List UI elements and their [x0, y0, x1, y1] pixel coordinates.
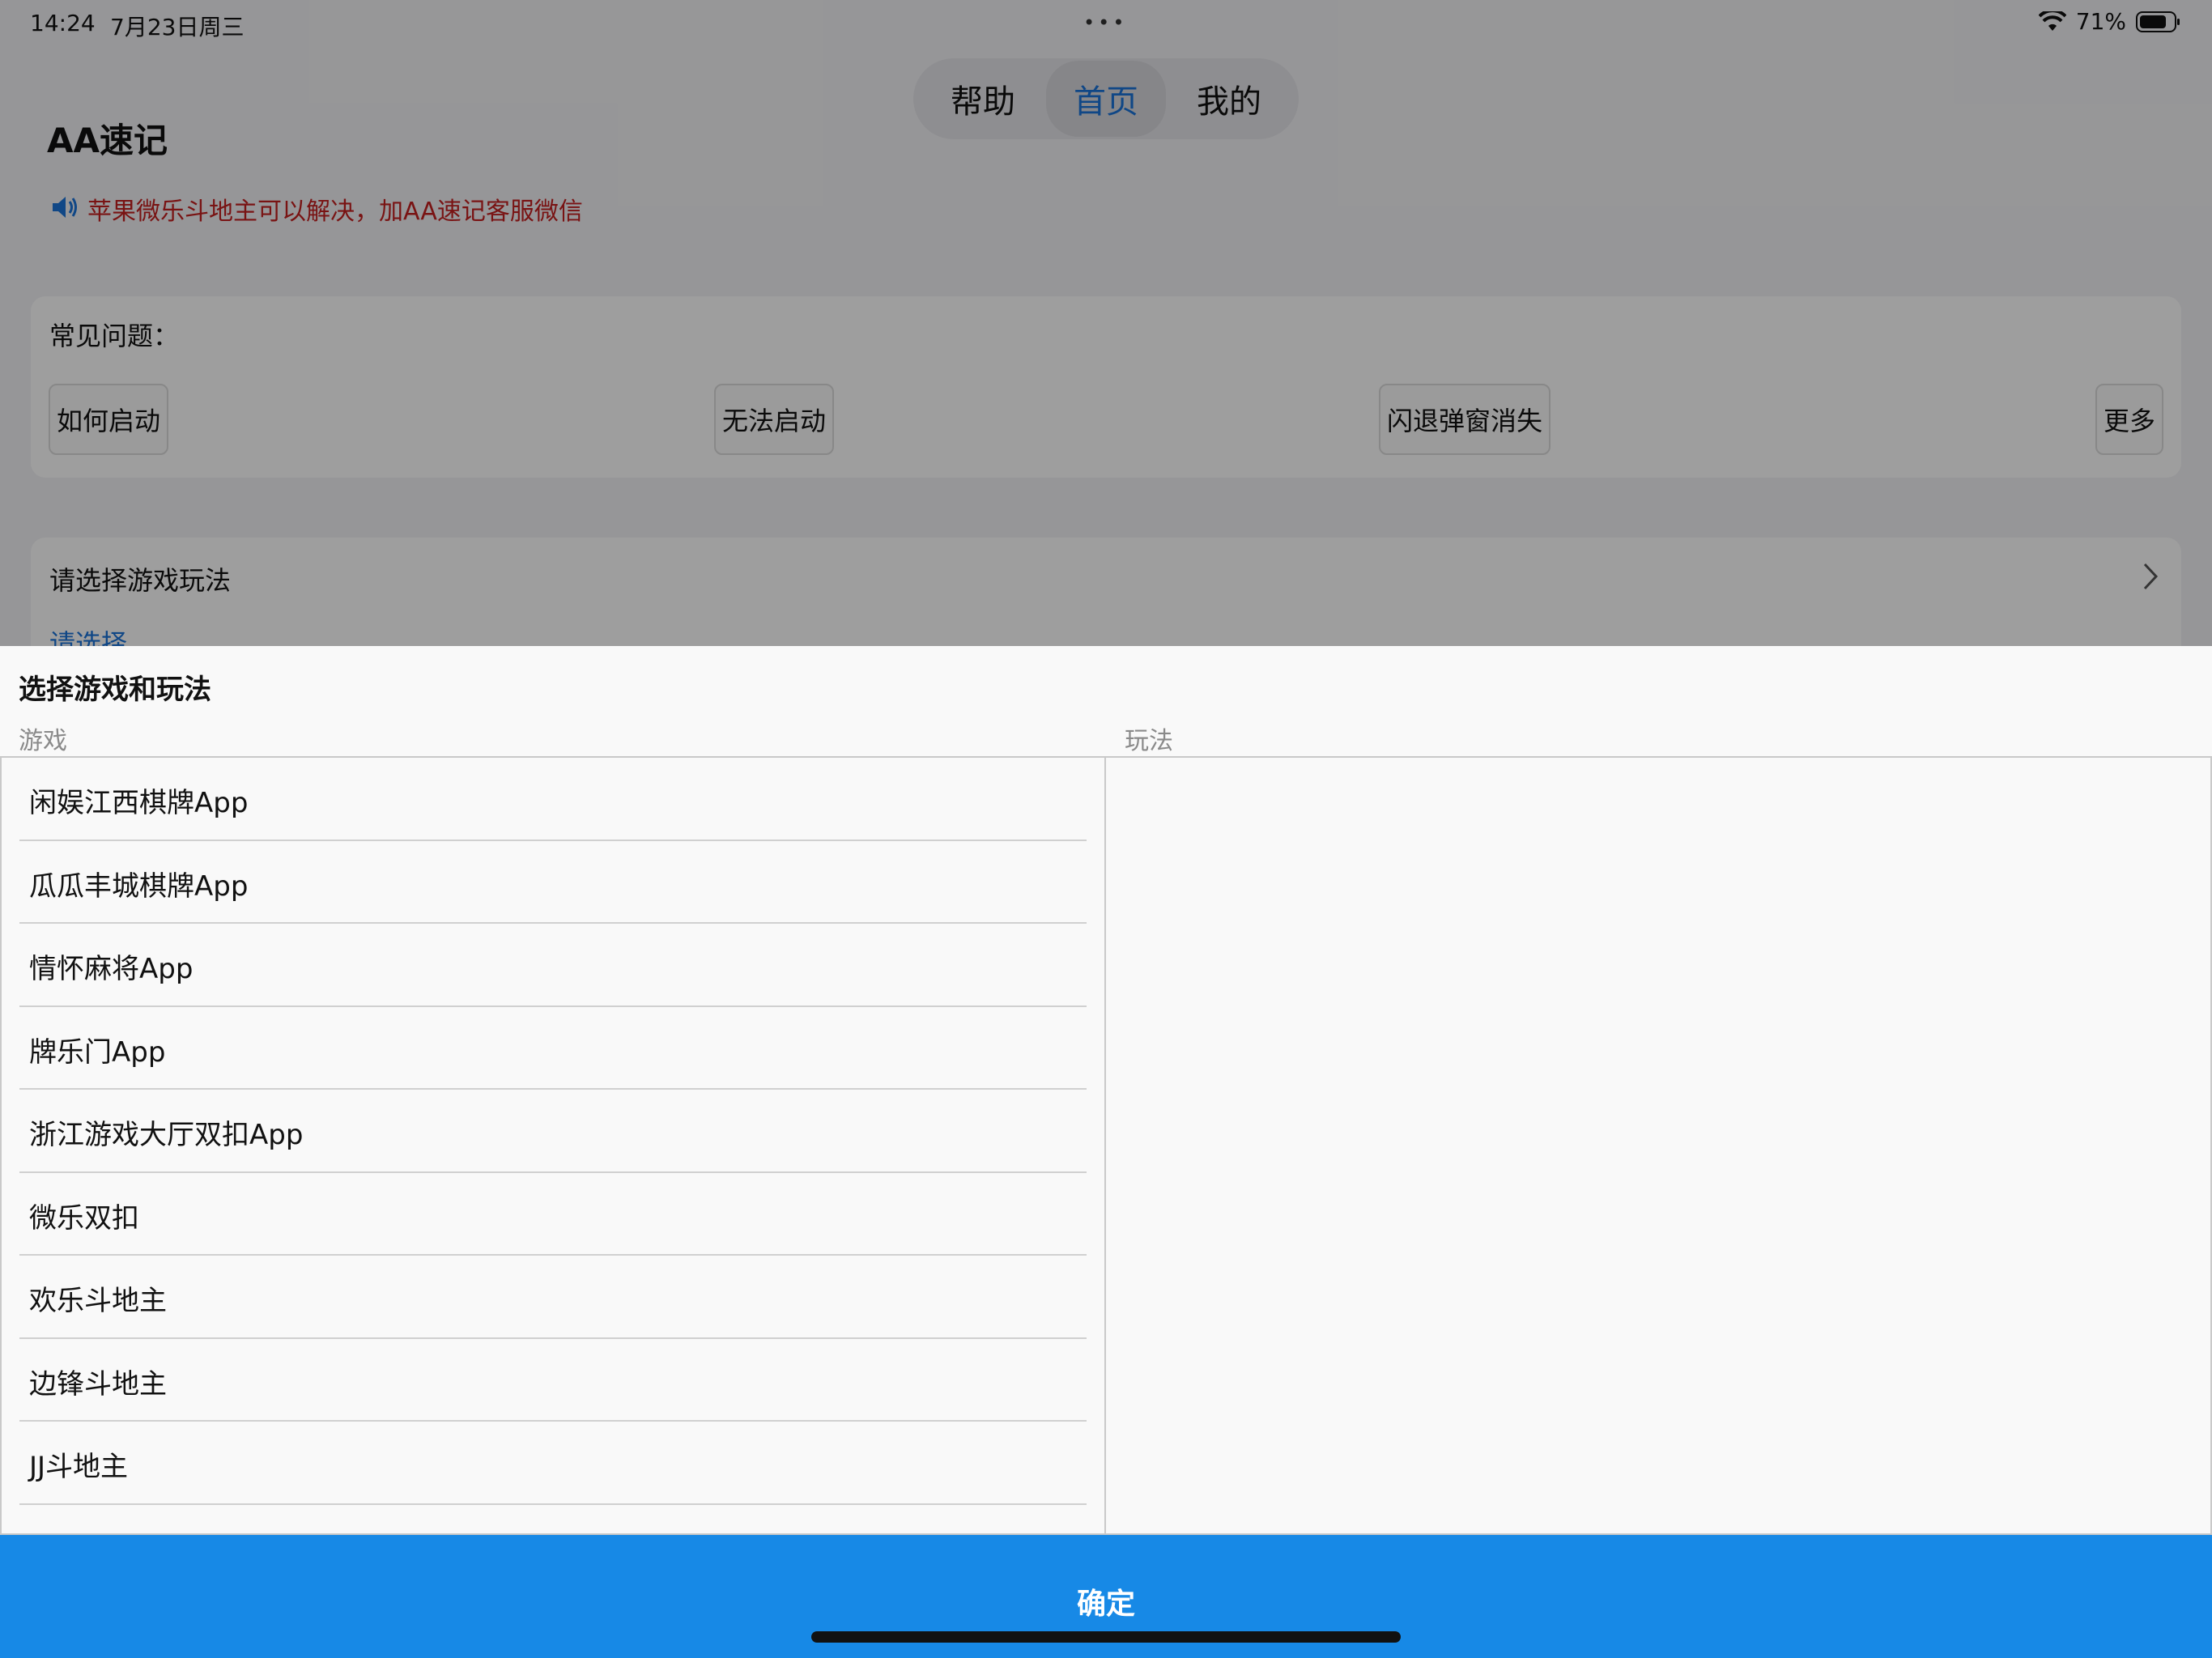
game-list[interactable]: 闲娱江西棋牌App 瓜瓜丰城棋牌App 情怀麻将App 牌乐门App 浙江游戏大…: [0, 756, 1106, 1535]
sheet-title: 选择游戏和玩法: [19, 674, 211, 706]
list-item-label: 途游斗地主: [29, 1528, 167, 1534]
list-item[interactable]: 欢乐斗地主: [19, 1256, 1087, 1339]
list-item-label: 边锋斗地主: [29, 1367, 167, 1401]
confirm-label: 确定: [1076, 1588, 1135, 1621]
list-item[interactable]: 浙江游戏大厅双扣App: [19, 1090, 1087, 1173]
list-item-label: 牌乐门App: [29, 1035, 166, 1069]
list-item[interactable]: 瓜瓜丰城棋牌App: [19, 841, 1087, 924]
list-item-label: 浙江游戏大厅双扣App: [29, 1119, 304, 1151]
list-item[interactable]: 途游斗地主: [19, 1505, 1087, 1534]
game-picker-sheet: 选择游戏和玩法 游戏 玩法 闲娱江西棋牌App 瓜瓜丰城棋牌App 情怀麻将Ap…: [0, 646, 2212, 1658]
list-item[interactable]: 情怀麻将App: [19, 924, 1087, 1007]
games-column-label: 游戏: [19, 727, 67, 755]
list-item-label: 微乐双扣: [29, 1201, 139, 1235]
list-item[interactable]: 闲娱江西棋牌App: [19, 758, 1087, 841]
list-item[interactable]: JJ斗地主: [19, 1422, 1087, 1505]
list-item[interactable]: 边锋斗地主: [19, 1339, 1087, 1422]
mode-list[interactable]: [1106, 756, 2212, 1535]
list-item[interactable]: 牌乐门App: [19, 1007, 1087, 1090]
list-item-label: 闲娱江西棋牌App: [29, 787, 249, 819]
modes-column-label: 玩法: [1125, 727, 1173, 755]
list-item-label: JJ斗地主: [29, 1451, 129, 1483]
list-item[interactable]: 微乐双扣: [19, 1173, 1087, 1256]
list-item-label: 欢乐斗地主: [29, 1285, 167, 1317]
list-item-label: 瓜瓜丰城棋牌App: [29, 869, 249, 903]
home-indicator[interactable]: [811, 1631, 1401, 1643]
list-item-label: 情怀麻将App: [29, 953, 194, 985]
